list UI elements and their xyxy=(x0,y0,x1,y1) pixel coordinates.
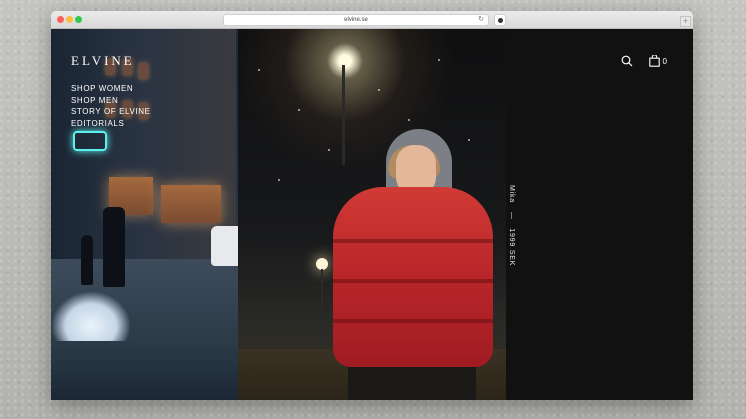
minimize-window-button[interactable] xyxy=(66,16,73,23)
close-window-button[interactable] xyxy=(57,16,64,23)
street-lamp-pole xyxy=(321,269,323,349)
lit-window xyxy=(139,63,148,79)
shop-front xyxy=(161,185,221,223)
snowflake xyxy=(438,59,440,61)
browser-toolbar: elvine.se ↻ + xyxy=(51,11,693,29)
pedestrian xyxy=(103,207,125,287)
reload-icon[interactable]: ↻ xyxy=(478,15,484,25)
nav-shop-men[interactable]: SHOP MEN xyxy=(71,95,151,107)
snowflake xyxy=(258,69,260,71)
main-nav: SHOP WOMEN SHOP MEN STORY OF ELVINE EDIT… xyxy=(71,83,151,129)
bag-icon xyxy=(648,55,660,67)
child-pedestrian xyxy=(81,235,93,285)
search-icon[interactable] xyxy=(621,55,633,67)
snowflake xyxy=(328,149,330,151)
snow-pile xyxy=(51,291,131,341)
jacket-quilt-line xyxy=(333,239,493,243)
address-bar-text: elvine.se xyxy=(344,17,368,23)
product-separator: — xyxy=(508,211,515,220)
browser-window: elvine.se ↻ + ELVINE SHOP WOMEN SHOP MEN… xyxy=(51,11,693,400)
brand-logo[interactable]: ELVINE xyxy=(71,53,135,69)
product-label[interactable]: Mika — 1999 SEK xyxy=(508,185,515,266)
snowflake xyxy=(408,119,410,121)
product-panel xyxy=(506,29,693,400)
website-viewport: ELVINE SHOP WOMEN SHOP MEN STORY OF ELVI… xyxy=(51,29,693,400)
snowflake xyxy=(278,179,280,181)
street-lamp-pole xyxy=(342,65,345,165)
jacket-quilt-line xyxy=(333,319,493,323)
download-icon[interactable] xyxy=(494,14,506,26)
red-puffer-jacket xyxy=(333,187,493,367)
nav-editorials[interactable]: EDITORIALS xyxy=(71,118,151,130)
snowflake xyxy=(298,109,300,111)
neon-sign xyxy=(73,131,107,151)
product-name: Mika xyxy=(508,185,515,203)
cart-count: 0 xyxy=(662,56,667,66)
product-price: 1999 SEK xyxy=(508,228,515,267)
new-tab-button[interactable]: + xyxy=(680,16,691,27)
nav-shop-women[interactable]: SHOP WOMEN xyxy=(71,83,151,95)
model-photo xyxy=(238,29,506,400)
black-skirt xyxy=(348,367,476,400)
maximize-window-button[interactable] xyxy=(75,16,82,23)
header-icons: 0 xyxy=(621,55,667,67)
cart-button[interactable]: 0 xyxy=(648,55,667,67)
parked-car xyxy=(211,226,238,266)
snowflake xyxy=(468,139,470,141)
jacket-quilt-line xyxy=(333,279,493,283)
address-bar[interactable]: elvine.se ↻ xyxy=(223,14,489,26)
snowflake xyxy=(378,89,380,91)
nav-story-of-elvine[interactable]: STORY OF ELVINE xyxy=(71,106,151,118)
